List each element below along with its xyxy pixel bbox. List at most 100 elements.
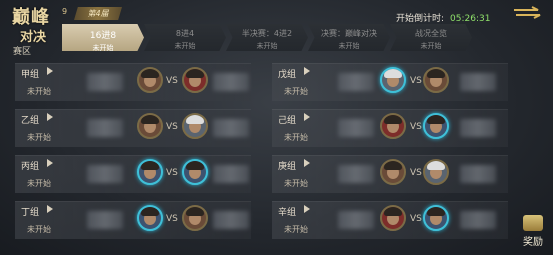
player-avatar[interactable]: [137, 205, 163, 231]
reward-label: 奖励: [523, 237, 543, 248]
back-arrow-icon[interactable]: [512, 6, 544, 20]
opponent-avatar[interactable]: [182, 67, 208, 93]
opponent-avatar[interactable]: [423, 205, 449, 231]
vs-label: VS: [166, 168, 178, 178]
stage-name: 决赛：巅峰对决: [321, 29, 377, 38]
group-name: 甲组: [21, 70, 40, 80]
play-icon[interactable]: [47, 159, 53, 167]
player-avatar[interactable]: [137, 159, 163, 185]
opponent-name-blurred: [460, 211, 496, 229]
player-name-blurred: [338, 73, 374, 91]
vs-label: VS: [410, 76, 422, 86]
player-name-blurred: [87, 119, 123, 137]
group-card-wu[interactable]: 戊组 未开始 VS: [272, 63, 508, 101]
play-icon[interactable]: [304, 159, 310, 167]
vs-label: VS: [166, 214, 178, 224]
opponent-name-blurred: [213, 165, 249, 183]
group-card-xin[interactable]: 辛组 未开始 VS: [272, 201, 508, 239]
reward-button[interactable]: 奖励: [516, 213, 550, 253]
group-card-bing[interactable]: 丙组 未开始 VS: [15, 155, 251, 193]
opponent-name-blurred: [213, 119, 249, 137]
opponent-avatar[interactable]: [182, 205, 208, 231]
group-name: 己组: [278, 116, 297, 126]
logo-number: 9: [62, 7, 68, 16]
opponent-avatar[interactable]: [182, 113, 208, 139]
group-status: 未开始: [27, 87, 51, 96]
group-status: 未开始: [284, 87, 308, 96]
vs-label: VS: [166, 76, 178, 86]
group-status: 未开始: [27, 225, 51, 234]
group-name: 戊组: [278, 70, 297, 80]
opponent-name-blurred: [213, 211, 249, 229]
stage-status: 未开始: [420, 42, 442, 50]
player-avatar[interactable]: [380, 67, 406, 93]
opponent-name-blurred: [213, 73, 249, 91]
event-logo: 巅峰 9 对决: [8, 2, 68, 46]
group-name: 丁组: [21, 208, 40, 218]
opponent-name-blurred: [460, 119, 496, 137]
opponent-name-blurred: [460, 165, 496, 183]
group-name: 辛组: [278, 208, 297, 218]
play-icon[interactable]: [304, 113, 310, 121]
countdown: 开始倒计时: 05:26:31: [396, 11, 490, 24]
group-status: 未开始: [284, 225, 308, 234]
player-name-blurred: [87, 73, 123, 91]
opponent-avatar[interactable]: [423, 159, 449, 185]
stage-name: 半决赛：4进2: [241, 29, 293, 38]
group-card-jia[interactable]: 甲组 未开始 VS: [15, 63, 251, 101]
region-label: 赛区: [13, 47, 32, 57]
vs-label: VS: [410, 214, 422, 224]
group-card-ji[interactable]: 己组 未开始 VS: [272, 109, 508, 147]
countdown-time: 05:26:31: [450, 14, 491, 24]
player-avatar[interactable]: [380, 205, 406, 231]
tab-stage-3[interactable]: 半决赛：4进2 未开始: [226, 24, 308, 51]
tab-stage-1[interactable]: 16进8 未开始: [62, 24, 144, 51]
play-icon[interactable]: [47, 67, 53, 75]
treasure-chest-icon: [523, 215, 543, 231]
vs-label: VS: [410, 168, 422, 178]
tab-stage-4[interactable]: 决赛：巅峰对决 未开始: [308, 24, 390, 51]
player-name-blurred: [338, 211, 374, 229]
play-icon[interactable]: [47, 205, 53, 213]
player-avatar[interactable]: [137, 113, 163, 139]
tab-stage-2[interactable]: 8进4 未开始: [144, 24, 226, 51]
stage-tabs: 16进8 未开始 8进4 未开始 半决赛：4进2 未开始 决赛：巅峰对决 未开始…: [62, 24, 472, 51]
player-avatar[interactable]: [380, 113, 406, 139]
group-name: 乙组: [21, 116, 40, 126]
group-status: 未开始: [284, 133, 308, 142]
season-badge: 第4届: [74, 7, 122, 20]
opponent-name-blurred: [460, 73, 496, 91]
vs-label: VS: [410, 122, 422, 132]
tab-stage-5[interactable]: 战况全览 未开始: [390, 24, 472, 51]
group-card-yi[interactable]: 乙组 未开始 VS: [15, 109, 251, 147]
stage-status: 未开始: [174, 42, 196, 50]
play-icon[interactable]: [304, 205, 310, 213]
player-name-blurred: [338, 119, 374, 137]
logo-line2: 对决: [20, 30, 47, 45]
group-card-geng[interactable]: 庚组 未开始 VS: [272, 155, 508, 193]
player-name-blurred: [87, 165, 123, 183]
stage-name: 8进4: [175, 29, 195, 38]
vs-label: VS: [166, 122, 178, 132]
play-icon[interactable]: [304, 67, 310, 75]
group-status: 未开始: [27, 179, 51, 188]
play-icon[interactable]: [47, 113, 53, 121]
opponent-avatar[interactable]: [423, 67, 449, 93]
opponent-avatar[interactable]: [423, 113, 449, 139]
group-name: 丙组: [21, 162, 40, 172]
countdown-label: 开始倒计时:: [396, 14, 445, 24]
stage-status: 未开始: [92, 44, 114, 52]
stage-name: 战况全览: [415, 29, 447, 38]
player-avatar[interactable]: [137, 67, 163, 93]
stage-status: 未开始: [256, 42, 278, 50]
group-card-ding[interactable]: 丁组 未开始 VS: [15, 201, 251, 239]
stage-name: 16进8: [89, 31, 117, 41]
player-avatar[interactable]: [380, 159, 406, 185]
opponent-avatar[interactable]: [182, 159, 208, 185]
group-status: 未开始: [27, 133, 51, 142]
stage-status: 未开始: [338, 42, 360, 50]
group-name: 庚组: [278, 162, 297, 172]
player-name-blurred: [87, 211, 123, 229]
group-status: 未开始: [284, 179, 308, 188]
player-name-blurred: [338, 165, 374, 183]
